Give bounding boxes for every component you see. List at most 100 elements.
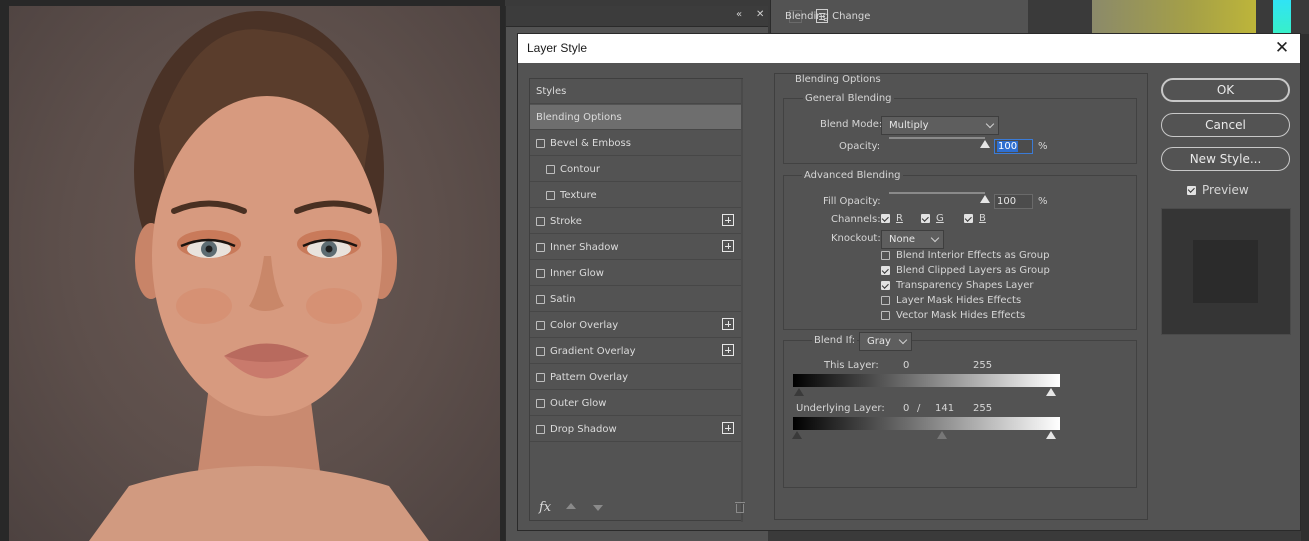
advanced-option-checkbox[interactable] bbox=[881, 296, 890, 305]
channel-checkbox-row[interactable]: G bbox=[921, 213, 944, 224]
fx-menu-icon[interactable]: fx bbox=[539, 500, 551, 515]
fill-opacity-value: 100 bbox=[997, 196, 1017, 207]
blend-if-select[interactable]: Gray bbox=[859, 332, 912, 351]
underlying-separator: / bbox=[917, 403, 921, 414]
color-picker-strip bbox=[1028, 0, 1309, 34]
channel-checkbox[interactable] bbox=[921, 214, 930, 223]
this-layer-white-slider[interactable] bbox=[1046, 388, 1056, 396]
collapse-panels-icon[interactable]: « bbox=[736, 9, 742, 20]
underlying-black-slider[interactable] bbox=[792, 431, 802, 439]
this-layer-high: 255 bbox=[973, 360, 993, 371]
underlying-layer-gradient[interactable] bbox=[793, 417, 1060, 430]
style-item[interactable]: Bevel & Emboss bbox=[530, 131, 741, 156]
advanced-option-checkbox[interactable] bbox=[881, 281, 890, 290]
close-icon[interactable]: ✕ bbox=[1272, 38, 1292, 58]
styles-list-footer: fx bbox=[530, 497, 745, 521]
style-checkbox[interactable] bbox=[536, 346, 545, 356]
preview-checkbox[interactable] bbox=[1187, 185, 1196, 195]
add-effect-icon[interactable] bbox=[722, 422, 734, 434]
add-effect-icon[interactable] bbox=[722, 318, 734, 330]
fill-opacity-input[interactable]: 100 bbox=[994, 194, 1033, 209]
style-item[interactable]: Drop Shadow bbox=[530, 417, 741, 442]
style-item[interactable]: Color Overlay bbox=[530, 313, 741, 338]
color-field[interactable] bbox=[1092, 0, 1256, 34]
this-layer-gradient[interactable] bbox=[793, 374, 1060, 387]
style-checkbox[interactable] bbox=[546, 164, 555, 174]
style-item-label: Satin bbox=[550, 293, 576, 305]
layer-row[interactable]: Blending Change bbox=[771, 5, 1029, 27]
advanced-option-checkbox[interactable] bbox=[881, 311, 890, 320]
style-checkbox[interactable] bbox=[536, 216, 545, 226]
style-item[interactable]: Contour bbox=[530, 157, 741, 182]
underlying-white-slider[interactable] bbox=[1046, 431, 1056, 439]
move-down-icon[interactable] bbox=[593, 505, 603, 511]
blending-options-panel: Blending Options General Blending Blend … bbox=[774, 73, 1148, 520]
opacity-slider-track[interactable] bbox=[889, 137, 985, 139]
style-checkbox[interactable] bbox=[536, 138, 545, 148]
styles-header[interactable]: Styles bbox=[530, 79, 741, 104]
style-checkbox[interactable] bbox=[546, 190, 555, 200]
advanced-option-label: Transparency Shapes Layer bbox=[896, 280, 1034, 291]
style-item[interactable]: Inner Glow bbox=[530, 261, 741, 286]
style-item[interactable]: Gradient Overlay bbox=[530, 339, 741, 364]
style-item[interactable]: Satin bbox=[530, 287, 741, 312]
preview-checkbox-row[interactable]: Preview bbox=[1187, 183, 1249, 197]
add-effect-icon[interactable] bbox=[722, 240, 734, 252]
advanced-option-row[interactable]: Layer Mask Hides Effects bbox=[881, 295, 1021, 306]
advanced-blending-title: Advanced Blending bbox=[802, 170, 903, 181]
channel-checkbox[interactable] bbox=[964, 214, 973, 223]
style-checkbox[interactable] bbox=[536, 320, 545, 330]
style-item-label: Gradient Overlay bbox=[550, 345, 636, 357]
style-item-label: Outer Glow bbox=[550, 397, 607, 409]
underlying-split: 141 bbox=[935, 403, 955, 414]
channel-checkbox[interactable] bbox=[881, 214, 890, 223]
style-item[interactable]: Texture bbox=[530, 183, 741, 208]
channel-label: G bbox=[936, 213, 944, 224]
advanced-option-row[interactable]: Blend Clipped Layers as Group bbox=[881, 265, 1050, 276]
advanced-option-row[interactable]: Transparency Shapes Layer bbox=[881, 280, 1033, 291]
style-item[interactable]: Stroke bbox=[530, 209, 741, 234]
close-panel-icon[interactable]: ✕ bbox=[756, 9, 764, 20]
underlying-split-slider[interactable] bbox=[937, 431, 947, 439]
style-item-label: Color Overlay bbox=[550, 319, 619, 331]
channel-checkbox-row[interactable]: R bbox=[881, 213, 903, 224]
styles-list-scrollbar[interactable] bbox=[741, 79, 743, 522]
style-item[interactable]: Pattern Overlay bbox=[530, 365, 741, 390]
dialog-titlebar: Layer Style ✕ bbox=[518, 34, 1300, 63]
new-style-button[interactable]: New Style... bbox=[1161, 147, 1290, 171]
cancel-button[interactable]: Cancel bbox=[1161, 113, 1290, 137]
advanced-option-row[interactable]: Vector Mask Hides Effects bbox=[881, 310, 1025, 321]
advanced-option-row[interactable]: Blend Interior Effects as Group bbox=[881, 250, 1049, 261]
style-item-label: Texture bbox=[560, 189, 597, 201]
this-layer-black-slider[interactable] bbox=[794, 388, 804, 396]
fill-opacity-slider-track[interactable] bbox=[889, 192, 985, 194]
this-layer-label: This Layer: bbox=[824, 360, 879, 371]
style-checkbox[interactable] bbox=[536, 294, 545, 304]
style-checkbox[interactable] bbox=[536, 242, 545, 252]
style-item[interactable]: Inner Shadow bbox=[530, 235, 741, 260]
opacity-input[interactable]: 100 bbox=[994, 139, 1033, 154]
fill-opacity-slider-thumb[interactable] bbox=[980, 195, 990, 203]
style-item[interactable]: Outer Glow bbox=[530, 391, 741, 416]
ok-button[interactable]: OK bbox=[1161, 78, 1290, 102]
hue-slider[interactable] bbox=[1273, 0, 1291, 34]
advanced-option-checkbox[interactable] bbox=[881, 266, 890, 275]
style-checkbox[interactable] bbox=[536, 398, 545, 408]
opacity-unit: % bbox=[1038, 141, 1048, 152]
channel-checkbox-row[interactable]: B bbox=[964, 213, 986, 224]
styles-list: Styles Blending Options Bevel & Emboss Con… bbox=[529, 78, 745, 522]
style-checkbox[interactable] bbox=[536, 424, 545, 434]
style-checkbox[interactable] bbox=[536, 268, 545, 278]
trash-icon[interactable] bbox=[735, 502, 745, 513]
add-effect-icon[interactable] bbox=[722, 344, 734, 356]
style-item[interactable]: Blending Options bbox=[530, 105, 741, 130]
portrait-photo bbox=[9, 6, 500, 541]
advanced-option-checkbox[interactable] bbox=[881, 251, 890, 260]
opacity-slider-thumb[interactable] bbox=[980, 140, 990, 148]
knockout-select[interactable]: None bbox=[881, 230, 944, 249]
blend-mode-select[interactable]: Multiply bbox=[881, 116, 999, 135]
add-effect-icon[interactable] bbox=[722, 214, 734, 226]
style-checkbox[interactable] bbox=[536, 372, 545, 382]
styles-header-label: Styles bbox=[536, 85, 567, 97]
move-up-icon[interactable] bbox=[566, 503, 576, 509]
